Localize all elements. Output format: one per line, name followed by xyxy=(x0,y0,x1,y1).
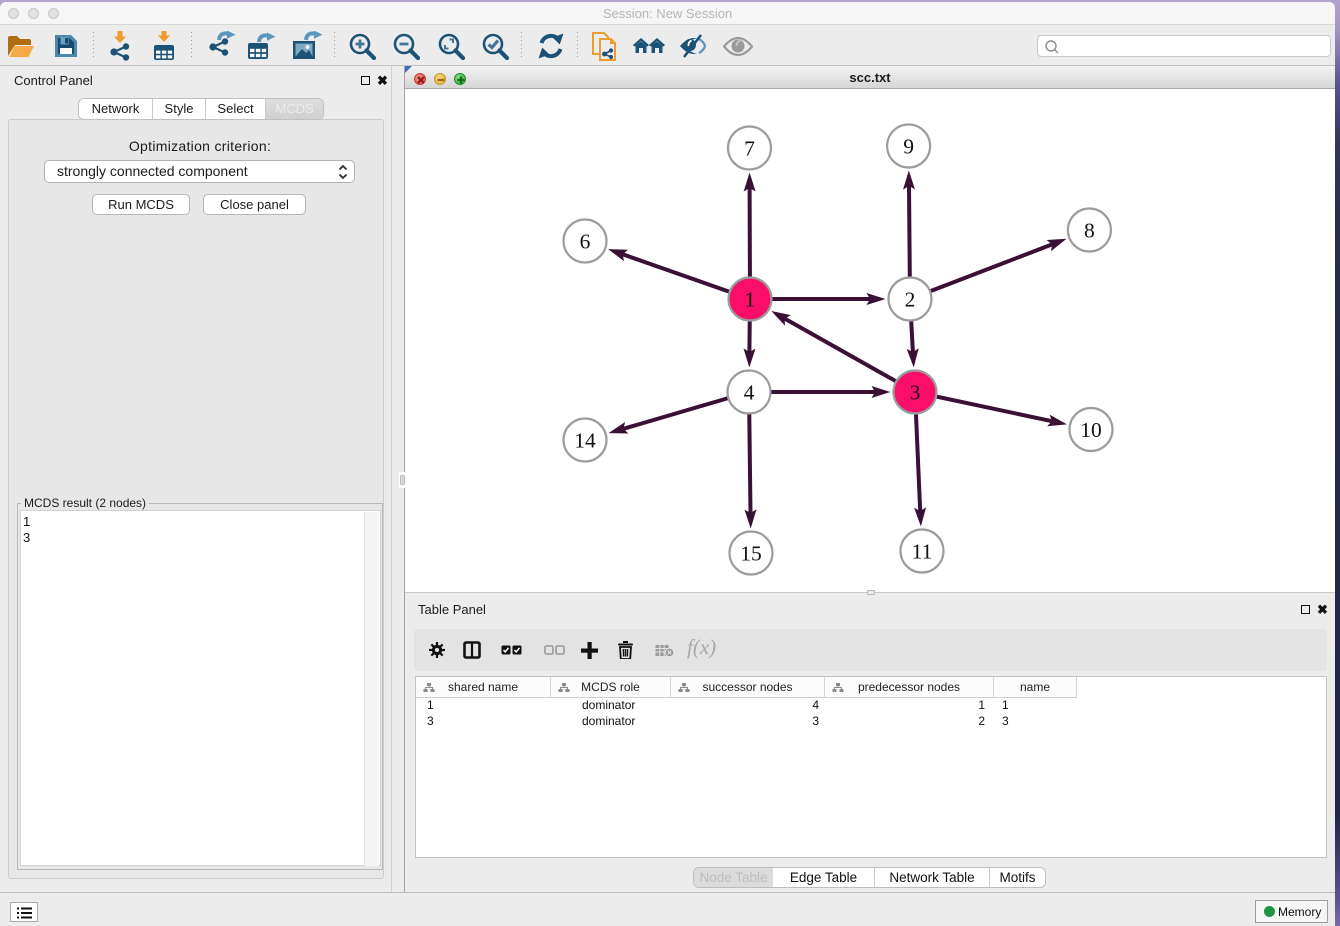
svg-text:2: 2 xyxy=(905,288,916,312)
svg-text:6: 6 xyxy=(580,230,591,254)
svg-text:15: 15 xyxy=(740,542,762,566)
svg-text:10: 10 xyxy=(1080,418,1102,442)
svg-text:8: 8 xyxy=(1084,219,1095,243)
svg-text:11: 11 xyxy=(912,540,933,564)
svg-text:4: 4 xyxy=(744,381,755,405)
svg-text:14: 14 xyxy=(574,429,596,453)
svg-text:9: 9 xyxy=(903,135,914,159)
svg-text:3: 3 xyxy=(910,381,921,405)
svg-text:7: 7 xyxy=(744,137,755,161)
svg-text:1: 1 xyxy=(745,288,756,312)
